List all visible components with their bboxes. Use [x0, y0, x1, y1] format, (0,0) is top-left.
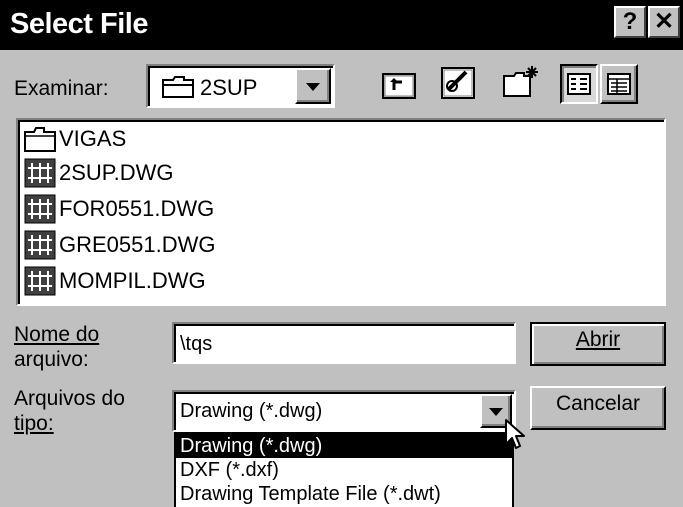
file-name: 2SUP.DWG	[59, 160, 174, 185]
file-name: GRE0551.DWG	[59, 232, 216, 257]
look-in-combobox[interactable]: 2SUP	[146, 64, 335, 108]
dwg-file-icon	[24, 194, 56, 224]
help-button[interactable]: ?	[614, 6, 646, 38]
list-item[interactable]: VIGAS	[24, 122, 126, 156]
help-icon: ?	[622, 8, 638, 35]
list-item[interactable]: FOR0551.DWG	[24, 192, 214, 226]
file-name: MOMPIL.DWG	[59, 268, 206, 293]
dwg-file-icon	[24, 266, 56, 296]
favorites-button[interactable]	[436, 62, 480, 106]
look-in-dropdown-button[interactable]	[295, 68, 331, 104]
dwg-file-icon	[24, 230, 56, 260]
dropdown-option[interactable]: DXF (*.dxf)	[176, 458, 512, 482]
folder-icon	[24, 127, 56, 152]
dwg-file-icon	[24, 158, 56, 188]
cancel-button-label: Cancelar	[555, 392, 641, 415]
cancel-button[interactable]: Cancelar	[530, 386, 666, 430]
title-bar: Select File ? ✕	[0, 0, 683, 50]
list-view-button[interactable]	[560, 64, 598, 104]
list-view-icon	[567, 73, 591, 95]
window-title: Select File	[10, 8, 148, 40]
close-icon: ✕	[653, 8, 675, 35]
filename-input[interactable]: \tqs	[172, 322, 516, 364]
create-new-folder-icon	[503, 66, 538, 97]
details-view-icon	[607, 73, 631, 95]
filetype-dropdown-list: Drawing (*.dwg) DXF (*.dxf) Drawing Temp…	[174, 432, 514, 507]
open-button[interactable]: Abrir	[530, 322, 666, 366]
list-item[interactable]: MOMPIL.DWG	[24, 264, 206, 298]
details-view-button[interactable]	[600, 64, 638, 104]
close-button[interactable]: ✕	[648, 6, 680, 38]
open-button-label: Abrir	[575, 328, 621, 351]
filetype-selected-value: Drawing (*.dwg)	[180, 400, 323, 422]
filetype-combobox[interactable]: Drawing (*.dwg)	[172, 390, 516, 432]
up-one-level-button[interactable]	[378, 64, 420, 106]
up-one-level-icon	[382, 73, 416, 99]
filename-value: \tqs	[180, 333, 213, 355]
dropdown-option[interactable]: Drawing (*.dwg)	[176, 434, 512, 458]
mouse-cursor-icon	[505, 419, 525, 449]
favorites-icon	[441, 67, 475, 99]
new-folder-button[interactable]	[500, 62, 544, 106]
filetype-label: Arquivos do tipo:	[14, 387, 125, 435]
filename-label: Nome do arquivo:	[14, 323, 100, 371]
list-item[interactable]: 2SUP.DWG	[24, 156, 174, 190]
folder-icon	[162, 76, 194, 98]
file-list[interactable]: VIGAS 2SUP.DWG FOR0551.DWG GRE0551.DWG M…	[16, 118, 666, 306]
dropdown-option[interactable]: Drawing Template File (*.dwt)	[176, 482, 512, 506]
file-name: VIGAS	[59, 126, 127, 151]
list-item[interactable]: GRE0551.DWG	[24, 228, 216, 262]
chevron-down-icon	[489, 408, 503, 416]
look-in-label: Examinar:	[14, 77, 109, 100]
current-folder-text: 2SUP	[200, 75, 258, 100]
file-name: FOR0551.DWG	[59, 196, 215, 221]
chevron-down-icon	[306, 83, 320, 91]
